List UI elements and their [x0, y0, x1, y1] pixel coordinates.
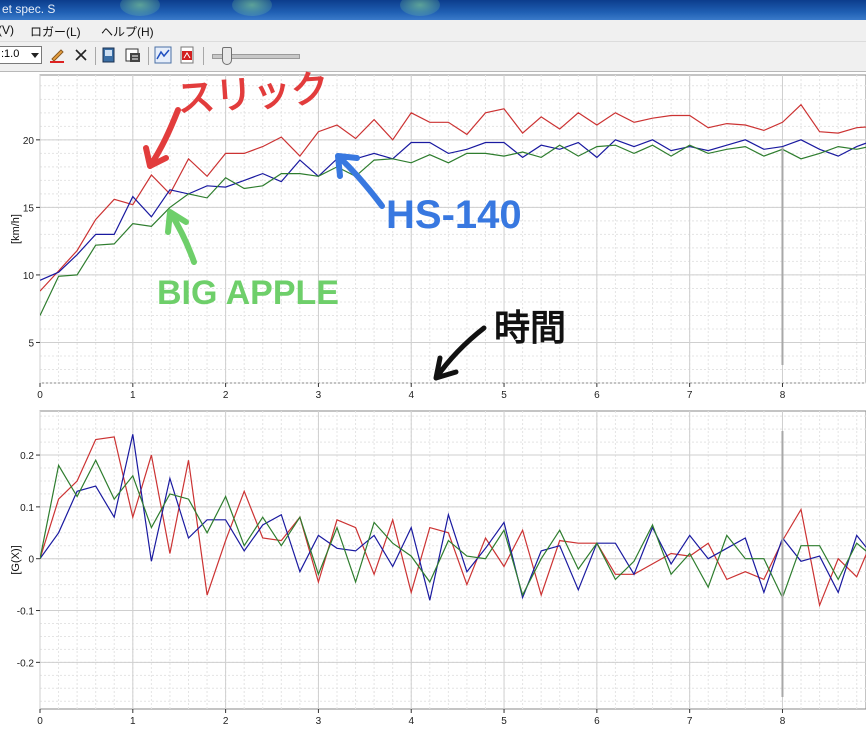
title-bar-glow: [120, 0, 160, 16]
x-tick-label: 6: [594, 390, 600, 401]
y-axis-label: [km/h]: [10, 214, 22, 244]
y-axis-label: [G(X)]: [10, 545, 22, 574]
x-tick-label: 5: [501, 716, 507, 727]
toolbar-divider: [203, 47, 204, 65]
x-tick-label: 8: [780, 716, 786, 727]
x-tick-label: 3: [316, 716, 322, 727]
zoom-slider-thumb[interactable]: [222, 47, 232, 65]
y-tick-label: 0.1: [20, 503, 34, 514]
export-icon[interactable]: [100, 46, 118, 64]
zoom-value: :1.0: [1, 48, 20, 60]
pdf-icon[interactable]: [178, 46, 196, 64]
menu-help[interactable]: ヘルプ(H): [101, 23, 154, 40]
toolbar: :1.0: [0, 42, 866, 72]
y-tick-label: 0.2: [20, 451, 34, 462]
x-tick-label: 2: [223, 716, 229, 727]
x-tick-label: 7: [687, 390, 693, 401]
chart-speed: 0 1 2 3 4 5 6 7 8 5 10 15 20 [km/h]: [10, 74, 866, 401]
plot-frame: [39, 410, 866, 710]
charts-canvas: 0 1 2 3 4 5 6 7 85101520[km/h]0 1 2 3 4 5 6 7 8-0.2-0.10…: [10, 74, 866, 727]
x-tick-label: 7: [687, 716, 693, 727]
x-tick-label: 0: [37, 716, 43, 727]
chart-gforce: 0 1 2 3 4 5 6 7 8 -0.2 -0.1 0 0.1 0.2 [G(X)]: [10, 410, 866, 727]
x-tick-label: 4: [408, 390, 414, 401]
x-tick-label: 1: [130, 716, 136, 727]
x-tick-label: 5: [501, 390, 507, 401]
menu-view[interactable]: (V): [0, 23, 14, 37]
x-tick-label: 1: [130, 390, 136, 401]
title-bar-glow: [400, 0, 440, 16]
title-bar-glow: [232, 0, 272, 16]
plot-area: 0 1 2 3 4 5 6 7 8 5 10 15 20 [km/h] 0 1 2 3 4 5 6 7 8 -0.2 -0.1 0…: [0, 72, 866, 735]
x-tick-label: 3: [316, 390, 322, 401]
plot-frame: [39, 74, 866, 384]
menu-logger[interactable]: ロガー(L): [30, 23, 81, 40]
save-icon[interactable]: [124, 46, 142, 64]
pen-icon[interactable]: [48, 46, 66, 64]
toolbar-divider: [148, 47, 149, 65]
x-tick-label: 0: [37, 390, 43, 401]
delete-icon[interactable]: [72, 46, 90, 64]
x-tick-label: 2: [223, 390, 229, 401]
title-bar: et spec. S: [0, 0, 866, 20]
x-tick-label: 4: [408, 716, 414, 727]
y-tick-label: -0.1: [17, 607, 35, 618]
toolbar-divider: [95, 47, 96, 65]
x-tick-label: 8: [780, 390, 786, 401]
y-tick-label: 20: [23, 136, 35, 147]
graph-icon[interactable]: [154, 46, 172, 64]
x-tick-label: 6: [594, 716, 600, 727]
y-tick-label: 0: [28, 555, 34, 566]
window-title: et spec. S: [2, 2, 56, 16]
chevron-down-icon: [31, 53, 39, 58]
menu-bar: (V) ロガー(L) ヘルプ(H): [0, 20, 866, 42]
y-tick-label: 10: [23, 271, 35, 282]
y-tick-label: -0.2: [17, 658, 35, 669]
zoom-select[interactable]: :1.0: [0, 46, 42, 64]
y-tick-label: 5: [28, 338, 34, 349]
y-tick-label: 15: [23, 203, 35, 214]
